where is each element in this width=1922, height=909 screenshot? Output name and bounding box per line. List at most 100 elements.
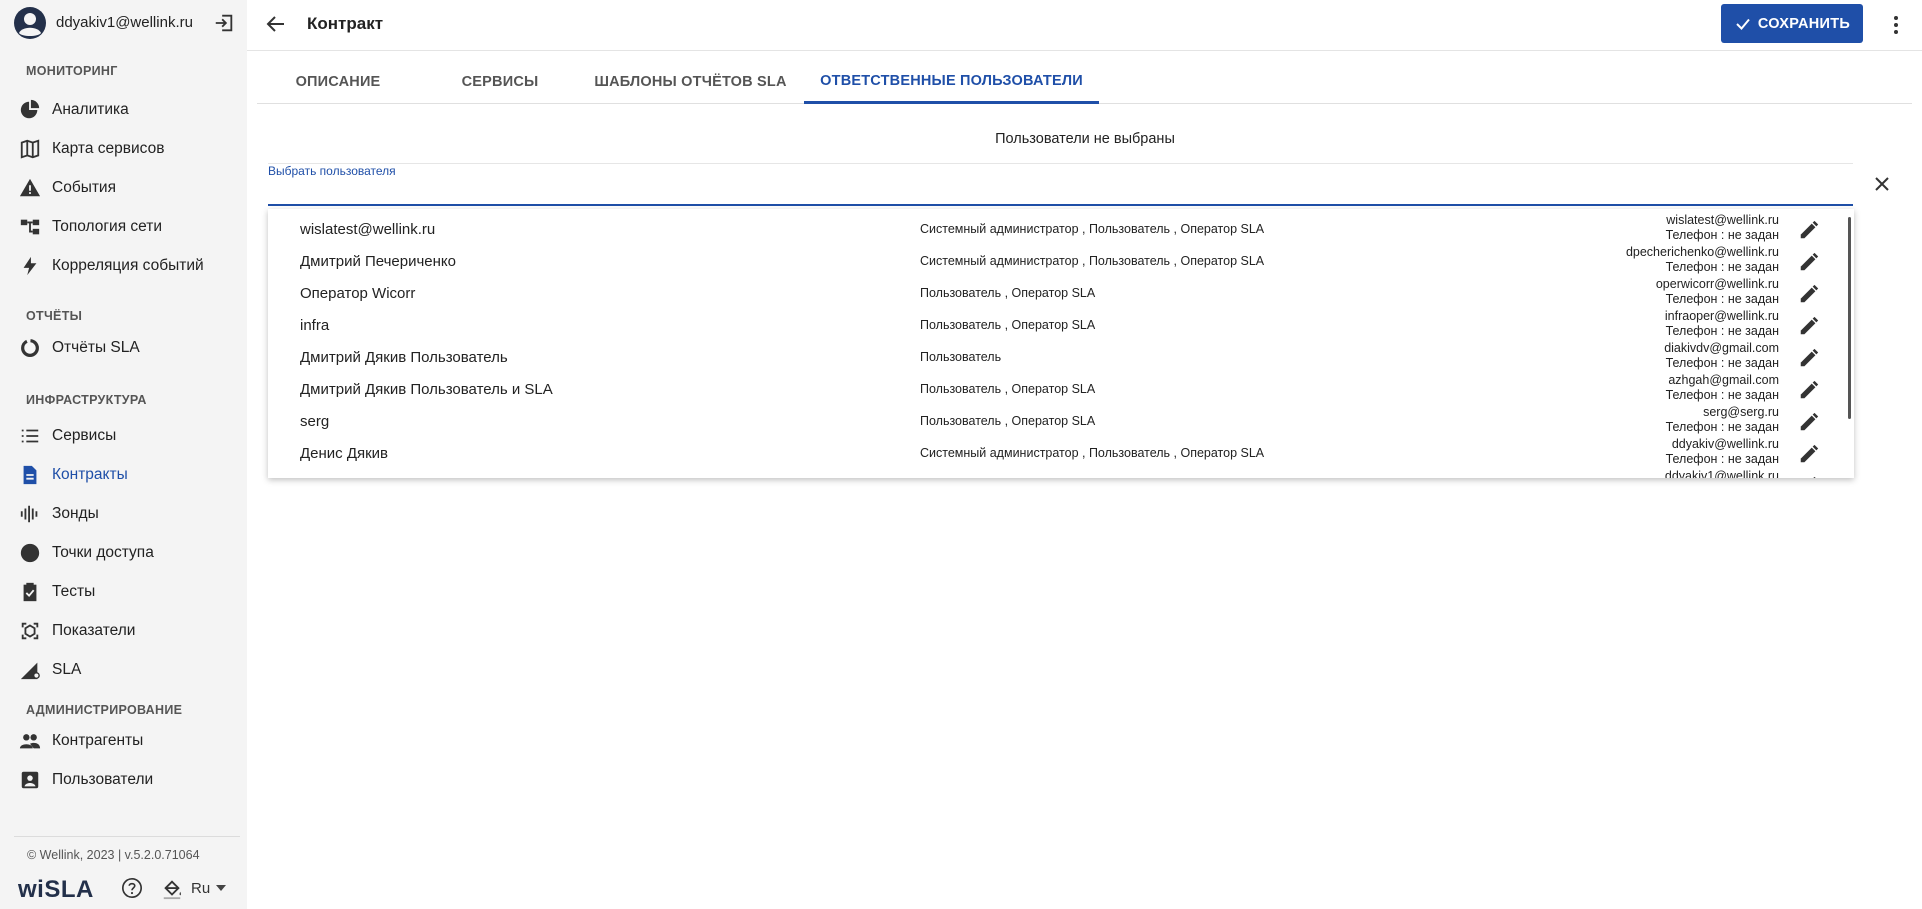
language-select[interactable]: Ru — [191, 880, 227, 897]
empty-message: Пользователи не выбраны — [995, 131, 1175, 147]
select-user-label: Выбрать пользователя — [268, 164, 396, 178]
user-option-roles: Системный администратор , Пользователь ,… — [920, 446, 1265, 460]
sidebar-item-label: Контрагенты — [52, 732, 144, 749]
user-option[interactable]: infra Пользователь , Оператор SLA infraope… — [268, 305, 1854, 339]
circle-icon — [20, 543, 40, 563]
sidebar-item-pie-chart[interactable]: Аналитика — [0, 93, 247, 127]
sidebar-item-label: События — [52, 179, 116, 196]
sidebar-item-map[interactable]: Карта сервисов — [0, 132, 247, 166]
sidebar-item-label: Зонды — [52, 505, 99, 522]
user-option-roles: Системный администратор , Пользователь ,… — [920, 222, 1265, 236]
user-option-email: diakivdv@gmail.com — [1664, 341, 1779, 355]
user-option-contact: infraoper@wellink.ru Телефон : не задан — [1468, 309, 1779, 339]
copyright: © Wellink, 2023 | v.5.2.0.71064 — [27, 848, 200, 862]
pencil-icon[interactable] — [1798, 411, 1820, 433]
sidebar-item-donut[interactable]: Отчёты SLA — [0, 331, 247, 365]
user-option-roles: Пользователь , Оператор SLA — [920, 318, 1096, 332]
user-option-contact: operwicorr@wellink.ru Телефон : не задан — [1468, 277, 1779, 307]
user-option-email: ddyakiv@wellink.ru — [1671, 437, 1779, 451]
user-option-email: serg@serg.ru — [1703, 405, 1779, 419]
user-option[interactable]: Дмитрий Печериченко Системный администрат… — [268, 241, 1854, 275]
sidebar-item-label: Контракты — [52, 466, 128, 483]
save-button[interactable]: СОХРАНИТЬ — [1721, 4, 1863, 43]
user-option-email: azhgah@gmail.com — [1668, 373, 1779, 387]
sidebar-item-list[interactable]: Сервисы — [0, 419, 247, 453]
user-option[interactable]: serg Пользователь , Оператор SLA serg@serg… — [268, 401, 1854, 434]
pencil-icon[interactable] — [1798, 315, 1820, 337]
check-icon — [1736, 18, 1750, 30]
tab-services[interactable]: СЕРВИСЫ — [419, 60, 581, 104]
logout-icon[interactable] — [213, 12, 235, 34]
user-option-roles: Пользователь , Оператор SLA — [920, 286, 1096, 300]
sidebar-item-label: Пользователи — [52, 771, 154, 788]
pencil-icon[interactable] — [1798, 347, 1820, 369]
user-dropdown: wislatest@wellink.ru Системный администра… — [268, 209, 1854, 478]
sidebar-item-document[interactable]: Контракты — [0, 458, 247, 492]
user-option[interactable]: Дмитрий Дякив Пользователь и SLA Пользова… — [268, 369, 1854, 403]
user-option-roles: Системный администратор , Пользователь ,… — [920, 254, 1265, 268]
user-option[interactable]: Дмитрий Дякив Пользователь Пользователь di… — [268, 337, 1854, 371]
sidebar-item-warning[interactable]: События — [0, 171, 247, 205]
close-icon[interactable] — [1870, 172, 1894, 196]
tab-responsible-users[interactable]: ОТВЕТСТВЕННЫЕ ПОЛЬЗОВАТЕЛИ — [804, 60, 1099, 104]
sla-icon — [20, 662, 40, 680]
tab-description[interactable]: ОПИСАНИЕ — [257, 60, 419, 104]
user-option-email: wislatest@wellink.ru — [1666, 213, 1779, 227]
pencil-icon[interactable] — [1798, 475, 1820, 478]
user-option-roles: Пользователь , Оператор SLA — [920, 414, 1096, 428]
user-option-name: Денис Дякив — [300, 445, 389, 462]
people-icon — [19, 734, 41, 749]
map-icon — [20, 139, 40, 159]
sidebar-item-label: Корреляция событий — [52, 257, 204, 274]
document-icon — [23, 465, 37, 485]
user-option[interactable]: Оператор Wicorr Пользователь , Оператор S… — [268, 273, 1854, 307]
pencil-icon[interactable] — [1798, 219, 1820, 241]
pencil-icon[interactable] — [1798, 283, 1820, 305]
sidebar-item-clipboard-check[interactable]: Тесты — [0, 575, 247, 609]
pencil-icon[interactable] — [1798, 251, 1820, 273]
user-option-roles: Пользователь — [920, 350, 1002, 364]
pencil-icon[interactable] — [1798, 443, 1820, 465]
chevron-down-icon — [216, 885, 227, 891]
sidebar-item-label: Отчёты SLA — [52, 339, 140, 356]
user-option-name: Дмитрий Дякив Пользователь — [300, 349, 508, 366]
user-option[interactable]: Денис Дякив Системный администратор , Пол… — [268, 433, 1854, 466]
user-card-icon — [21, 771, 39, 789]
sidebar-item-label: Точки доступа — [52, 544, 154, 561]
back-arrow-icon[interactable] — [264, 12, 288, 36]
sidebar-item-topology[interactable]: Топология сети — [0, 210, 247, 244]
sidebar-item-probe[interactable]: Зонды — [0, 497, 247, 531]
pencil-icon[interactable] — [1798, 379, 1820, 401]
sidebar-item-people[interactable]: Контрагенты — [0, 724, 247, 758]
user-option[interactable]: ddyakiv1@wellink.ruТелефон : не задан — [268, 465, 1854, 478]
select-user-input[interactable] — [268, 180, 1853, 206]
avatar[interactable] — [14, 7, 46, 39]
user-option[interactable]: wislatest@wellink.ru Системный администра… — [268, 209, 1854, 243]
user-option-contact: wislatest@wellink.ru Телефон : не задан — [1468, 213, 1779, 243]
clipboard-check-icon — [23, 582, 37, 602]
sidebar-divider — [14, 836, 240, 837]
tab-sla-report-templates[interactable]: ШАБЛОНЫ ОТЧЁТОВ SLA — [581, 60, 800, 104]
sidebar-item-lightning[interactable]: Корреляция событий — [0, 249, 247, 283]
topology-icon — [20, 219, 40, 235]
sidebar-item-metrics[interactable]: Показатели — [0, 614, 247, 648]
user-option-email: dpecherichenko@wellink.ru — [1625, 245, 1779, 259]
pie-chart-icon — [20, 99, 40, 119]
user-option-contact: azhgah@gmail.com Телефон : не задан — [1468, 373, 1779, 403]
user-option-email: infraoper@wellink.ru — [1664, 309, 1779, 323]
sidebar: ddyakiv1@wellink.ru МОНИТОРИНГ Аналитика К… — [0, 0, 247, 909]
sidebar-item-sla[interactable]: SLA — [0, 653, 247, 687]
list-icon — [21, 429, 39, 443]
paint-bucket-icon[interactable] — [161, 878, 183, 900]
help-icon[interactable] — [121, 877, 143, 899]
sidebar-item-user-card[interactable]: Пользователи — [0, 763, 247, 797]
more-vert-icon[interactable] — [1884, 13, 1908, 37]
sidebar-item-label: Аналитика — [52, 101, 129, 118]
user-option-email: ddyakiv1@wellink.ru — [1664, 469, 1779, 478]
sidebar-item-circle[interactable]: Точки доступа — [0, 536, 247, 570]
tabs: ОПИСАНИЕ СЕРВИСЫ ШАБЛОНЫ ОТЧЁТОВ SLA ОТВ… — [257, 60, 1912, 104]
user-option-contact: dpecherichenko@wellink.ru Телефон : не за… — [1468, 245, 1779, 275]
probe-icon — [20, 505, 38, 523]
scrollbar[interactable] — [1848, 217, 1851, 419]
user-option-contact: diakivdv@gmail.com Телефон : не задан — [1468, 341, 1779, 371]
